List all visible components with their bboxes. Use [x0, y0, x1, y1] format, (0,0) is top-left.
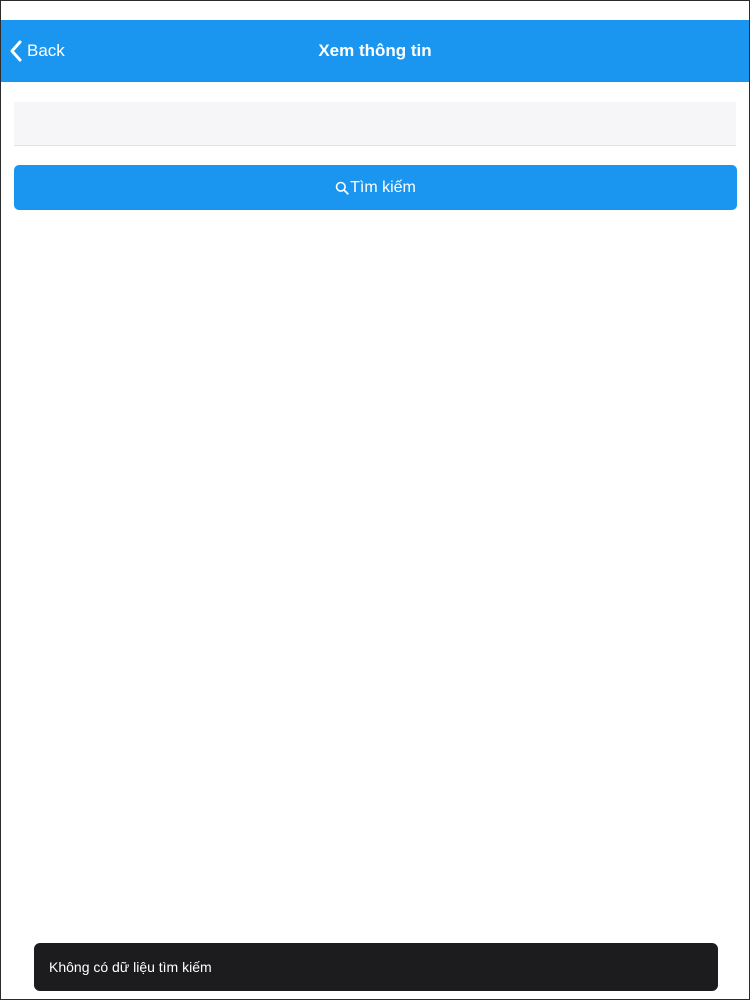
chevron-left-icon — [9, 40, 23, 62]
app-screen: Back Xem thông tin Tìm kiếm Không có dữ … — [0, 0, 750, 1000]
search-button[interactable]: Tìm kiếm — [14, 165, 737, 210]
search-button-label: Tìm kiếm — [350, 178, 416, 196]
toast-message: Không có dữ liệu tìm kiếm — [34, 943, 718, 991]
back-button[interactable]: Back — [9, 20, 65, 82]
search-icon — [335, 181, 350, 195]
status-bar-area — [1, 1, 749, 20]
search-input[interactable] — [14, 102, 736, 146]
back-button-label: Back — [27, 41, 65, 60]
page-title: Xem thông tin — [318, 41, 432, 60]
toast-text: Không có dữ liệu tìm kiếm — [49, 959, 212, 975]
navigation-bar: Back Xem thông tin — [1, 20, 749, 82]
